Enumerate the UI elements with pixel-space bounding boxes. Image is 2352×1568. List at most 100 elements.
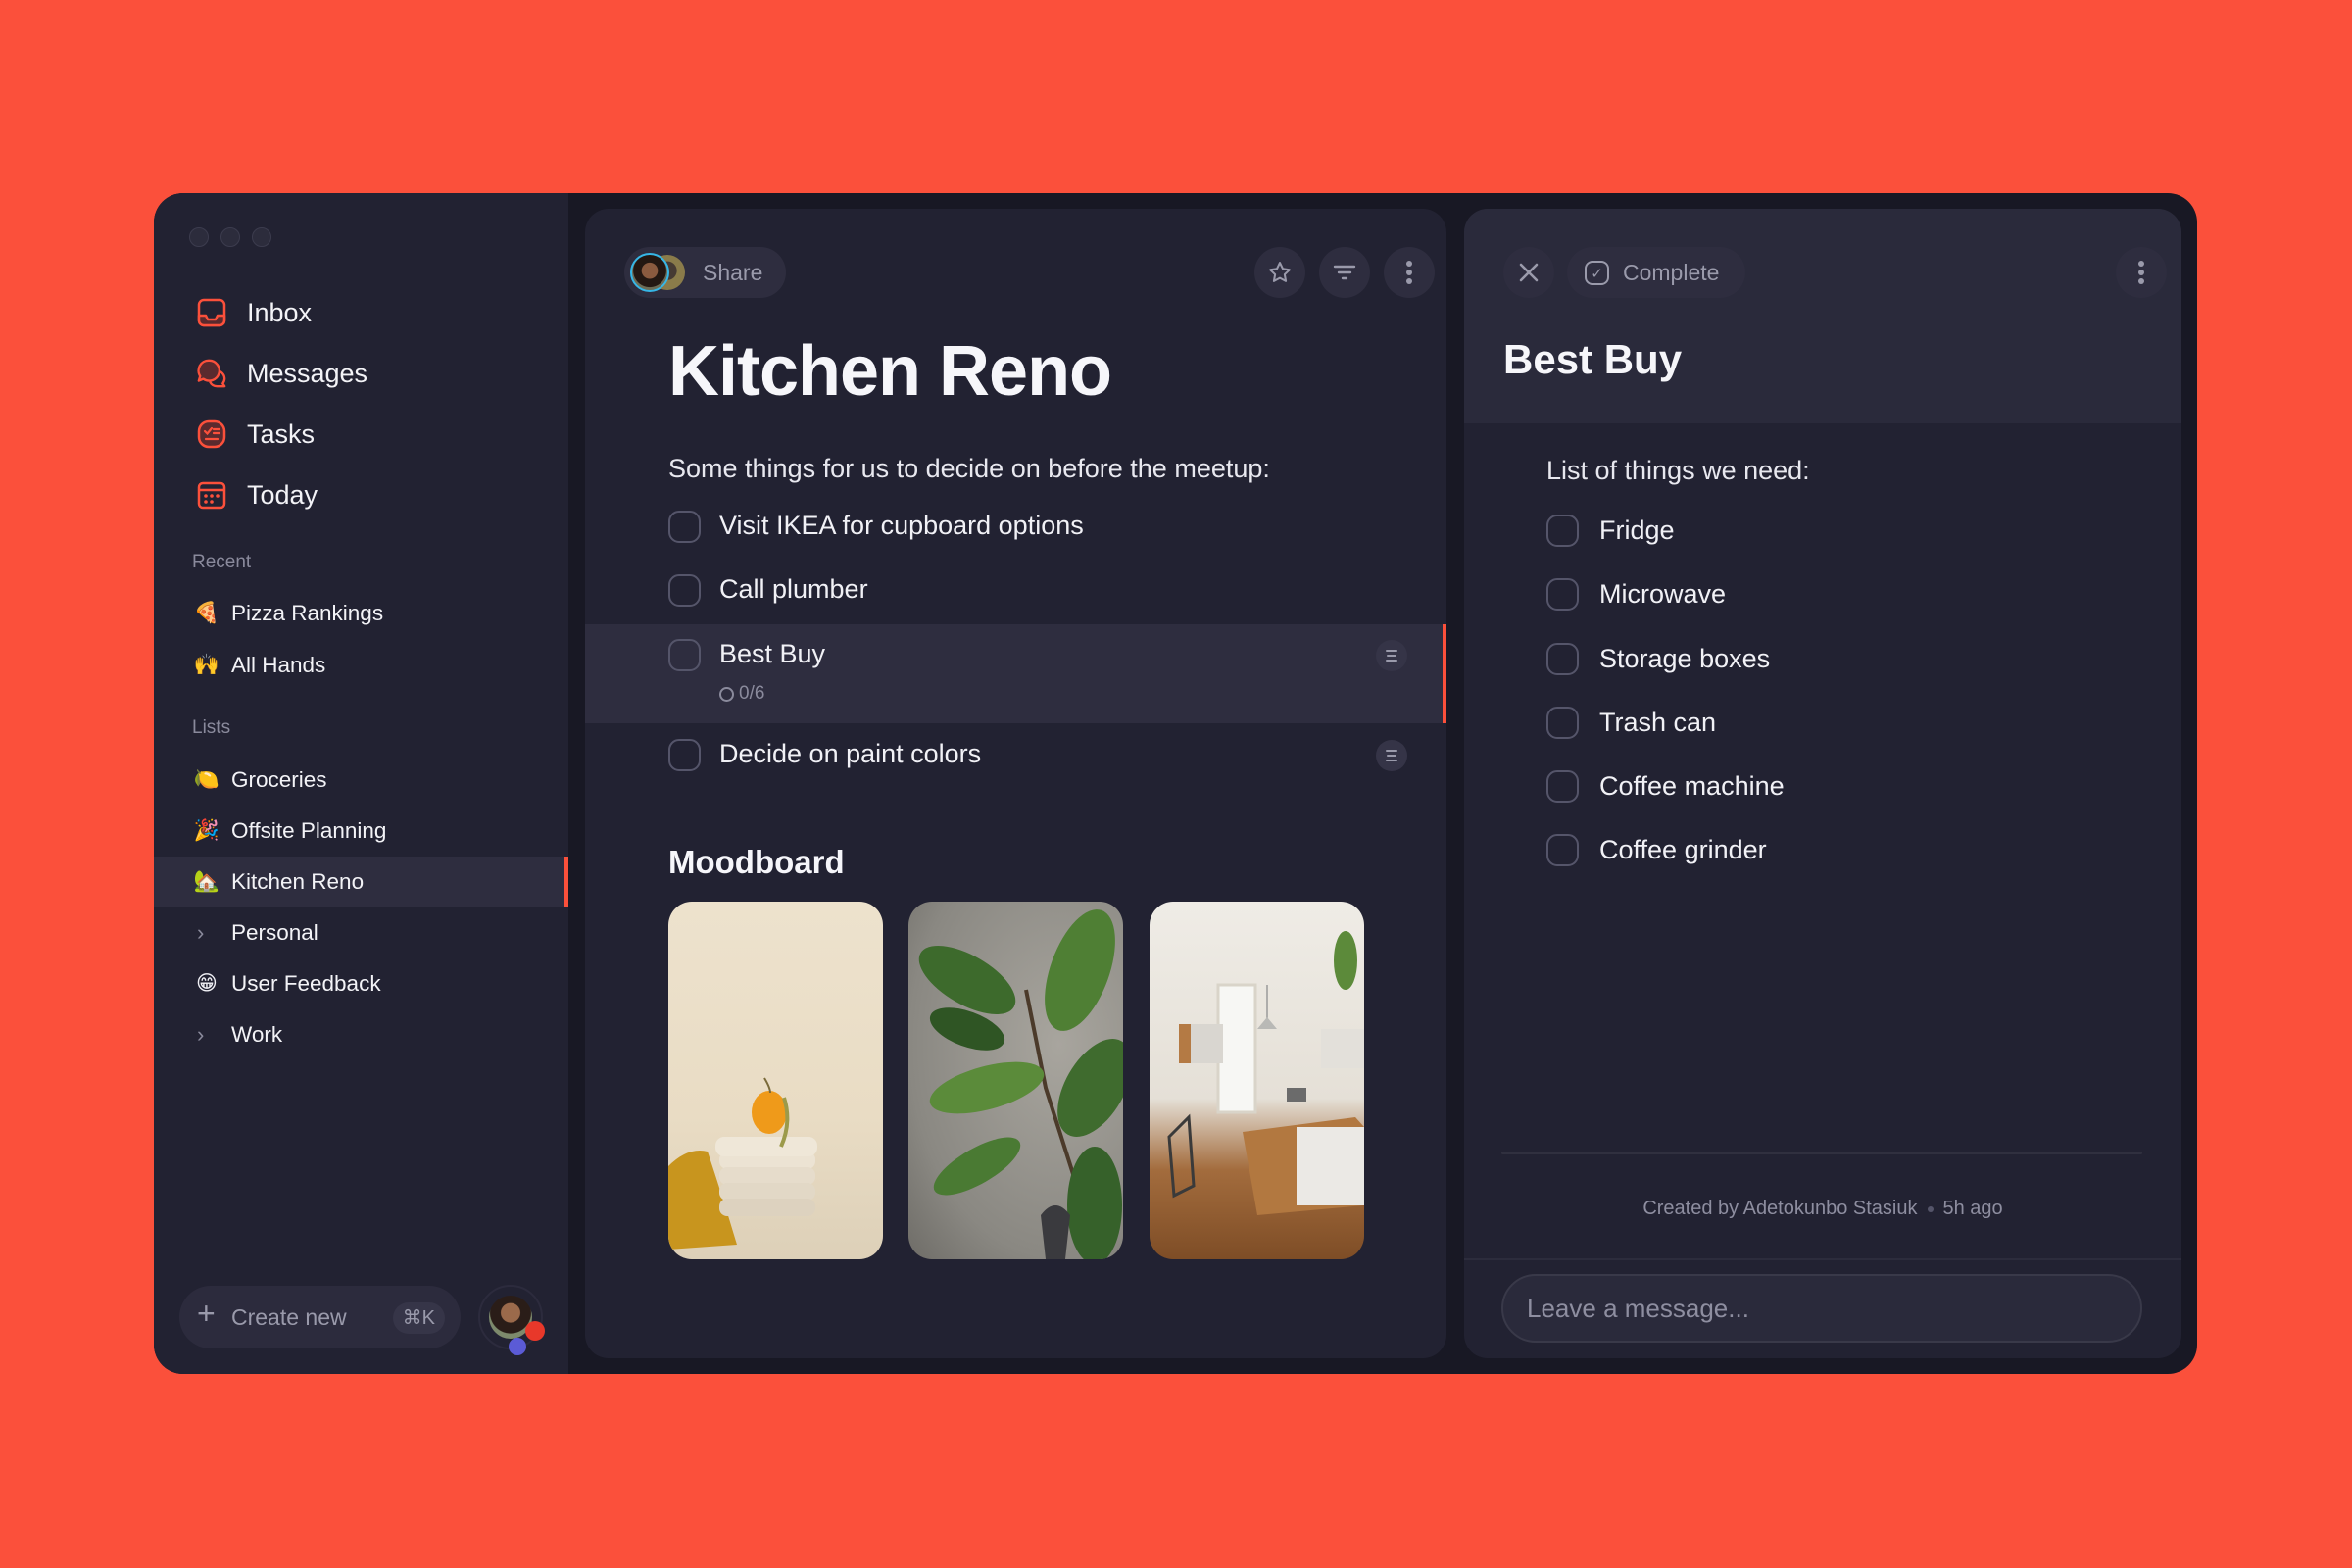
pizza-icon: 🍕 <box>193 602 220 624</box>
task-row[interactable]: Call plumber <box>585 559 1446 622</box>
complete-button[interactable]: ✓ Complete <box>1567 247 1745 298</box>
app-window: Inbox Messages Tasks Today Recent 🍕 Pizz… <box>154 193 2197 1374</box>
notes-icon[interactable] <box>1376 640 1407 671</box>
recent-item-all-hands[interactable]: 🙌 All Hands <box>154 640 568 690</box>
checklist-item[interactable]: Coffee machine <box>1546 766 1785 806</box>
kebab-icon <box>1406 261 1412 284</box>
check-square-icon: ✓ <box>1585 261 1609 285</box>
checklist-checkbox[interactable] <box>1546 577 1579 611</box>
filter-button[interactable] <box>1319 247 1370 298</box>
list-item-label: Offsite Planning <box>231 817 387 843</box>
moodboard-image-plant[interactable] <box>908 902 1123 1259</box>
chevron-right-icon[interactable]: › <box>197 1022 204 1048</box>
list-item-label: Groceries <box>231 766 327 792</box>
task-row[interactable]: Decide on paint colors <box>585 723 1446 787</box>
window-close-button[interactable] <box>189 227 209 247</box>
moodboard-image-orange[interactable] <box>668 902 883 1259</box>
calendar-icon <box>196 479 227 511</box>
checklist-item[interactable]: Trash can <box>1546 703 1716 742</box>
plus-icon: + <box>197 1296 216 1331</box>
list-item-personal[interactable]: › Personal <box>154 907 568 957</box>
subtask-progress: 0/6 <box>719 683 764 705</box>
list-item-work[interactable]: › Work <box>154 1009 568 1059</box>
checklist-label: Coffee machine <box>1599 770 1785 801</box>
kebab-icon <box>2138 261 2144 284</box>
checklist-checkbox[interactable] <box>1546 642 1579 675</box>
detail-title: Best Buy <box>1503 336 1683 382</box>
list-item-kitchen-reno[interactable]: 🏡 Kitchen Reno <box>154 857 568 906</box>
task-checkbox[interactable] <box>668 511 701 543</box>
nav-item-inbox[interactable]: Inbox <box>154 288 568 337</box>
list-item-offsite-planning[interactable]: 🎉 Offsite Planning <box>154 806 568 856</box>
list-item-groceries[interactable]: 🍋 Groceries <box>154 755 568 805</box>
more-options-button[interactable] <box>1384 247 1435 298</box>
workspace-badge <box>509 1338 526 1355</box>
recent-section-label: Recent <box>192 552 252 572</box>
page-title: Kitchen Reno <box>668 332 1112 411</box>
checklist-item[interactable]: Microwave <box>1546 574 1726 613</box>
keyboard-shortcut: ⌘K <box>392 1302 445 1334</box>
lemon-icon: 🍋 <box>193 768 220 791</box>
checklist-checkbox[interactable] <box>1546 833 1579 866</box>
close-detail-button[interactable] <box>1503 247 1554 298</box>
divider <box>1464 1258 2181 1260</box>
list-item-label: Pizza Rankings <box>231 600 384 625</box>
task-checkbox[interactable] <box>668 739 701 771</box>
list-item-label: All Hands <box>231 652 326 677</box>
nav-item-label: Today <box>247 479 318 510</box>
window-maximize-button[interactable] <box>252 227 271 247</box>
progress-ring-icon <box>719 686 734 702</box>
lists-section-label: Lists <box>192 717 231 738</box>
checklist-label: Microwave <box>1599 578 1727 609</box>
task-checkbox[interactable] <box>668 574 701 607</box>
grinning-face-icon: 😁 <box>196 972 218 995</box>
close-icon <box>1519 263 1539 282</box>
share-button[interactable]: Share <box>624 247 786 298</box>
checklist-checkbox[interactable] <box>1546 769 1579 803</box>
checklist-checkbox[interactable] <box>1546 706 1579 739</box>
party-popper-icon: 🎉 <box>193 819 220 842</box>
chevron-right-icon[interactable]: › <box>197 920 204 946</box>
moodboard-image-kitchen[interactable] <box>1150 902 1364 1259</box>
list-item-user-feedback[interactable]: 😁 User Feedback <box>154 958 568 1008</box>
create-new-button[interactable]: + Create new ⌘K <box>179 1286 461 1348</box>
owner-avatar <box>630 253 669 292</box>
created-meta: Created by Adetokunbo Stasiuk 5h ago <box>1464 1198 2181 1220</box>
nav-item-label: Tasks <box>247 418 316 449</box>
notes-icon[interactable] <box>1376 740 1407 771</box>
nav-item-messages[interactable]: Messages <box>154 349 568 398</box>
star-icon <box>1269 262 1291 282</box>
nav-item-today[interactable]: Today <box>154 470 568 519</box>
checklist-checkbox[interactable] <box>1546 514 1579 547</box>
task-label: Best Buy <box>719 639 826 668</box>
created-by: Created by Adetokunbo Stasiuk <box>1642 1198 1918 1219</box>
detail-more-options-button[interactable] <box>2116 247 2167 298</box>
list-item-label: Work <box>231 1021 283 1047</box>
nav-item-tasks[interactable]: Tasks <box>154 410 568 459</box>
message-input[interactable] <box>1501 1274 2142 1343</box>
task-row-selected[interactable]: Best Buy 0/6 <box>585 624 1446 723</box>
create-new-label: Create new <box>231 1303 347 1330</box>
detail-description: List of things we need: <box>1546 456 1810 485</box>
checklist-item[interactable]: Coffee grinder <box>1546 830 1767 869</box>
task-checkbox[interactable] <box>668 639 701 671</box>
checklist-label: Trash can <box>1599 707 1717 737</box>
created-time: 5h ago <box>1942 1198 2003 1219</box>
divider <box>1501 1152 2142 1154</box>
user-avatar-button[interactable] <box>478 1285 545 1355</box>
checklist-item[interactable]: Fridge <box>1546 511 1675 550</box>
subtask-count: 0/6 <box>739 683 765 704</box>
detail-header <box>1464 209 2181 423</box>
share-label: Share <box>703 259 763 285</box>
raised-hands-icon: 🙌 <box>193 654 220 676</box>
house-icon: 🏡 <box>193 870 220 893</box>
recent-item-pizza-rankings[interactable]: 🍕 Pizza Rankings <box>154 588 568 638</box>
window-minimize-button[interactable] <box>220 227 240 247</box>
checklist-label: Coffee grinder <box>1599 834 1767 864</box>
favorite-button[interactable] <box>1254 247 1305 298</box>
checklist-item[interactable]: Storage boxes <box>1546 639 1770 678</box>
nav-item-label: Messages <box>247 358 368 388</box>
checklist-label: Fridge <box>1599 514 1675 545</box>
checklist-label: Storage boxes <box>1599 643 1771 673</box>
task-row[interactable]: Visit IKEA for cupboard options <box>585 495 1446 559</box>
